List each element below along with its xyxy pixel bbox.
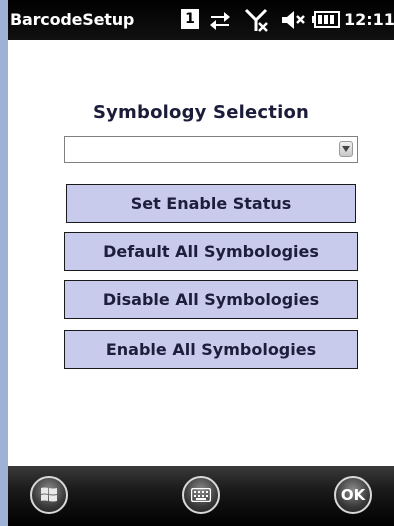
symbology-heading: Symbology Selection xyxy=(92,102,310,123)
title-bar: BarcodeSetup 1 12:11 xyxy=(8,0,394,40)
data-sync-icon[interactable] xyxy=(208,8,232,32)
keyboard-button[interactable] xyxy=(182,476,220,514)
default-all-symbologies-button[interactable]: Default All Symbologies xyxy=(64,232,358,271)
sim-label: 1 xyxy=(185,11,195,27)
set-enable-status-button[interactable]: Set Enable Status xyxy=(66,184,356,223)
ok-button[interactable]: OK xyxy=(334,476,372,514)
disable-all-symbologies-button[interactable]: Disable All Symbologies xyxy=(64,280,358,319)
bottom-bar: OK xyxy=(8,466,394,526)
windows-start-button[interactable] xyxy=(30,476,68,514)
symbology-dropdown[interactable] xyxy=(64,136,358,163)
device-screen: BarcodeSetup 1 12:11 Symbology Selection… xyxy=(8,0,394,526)
app-title: BarcodeSetup xyxy=(10,10,135,29)
speaker-muted-icon[interactable] xyxy=(280,8,306,32)
no-signal-icon[interactable] xyxy=(244,7,270,33)
sim-card-icon: 1 xyxy=(181,9,199,29)
content-area: Symbology Selection Set Enable Status De… xyxy=(8,40,394,466)
keyboard-icon xyxy=(191,488,211,502)
battery-icon[interactable] xyxy=(312,11,340,29)
clock[interactable]: 12:11 xyxy=(344,10,394,29)
ok-label: OK xyxy=(340,486,366,504)
enable-all-symbologies-button[interactable]: Enable All Symbologies xyxy=(64,330,358,369)
chevron-down-icon[interactable] xyxy=(339,141,353,157)
windows-start-icon xyxy=(41,487,57,502)
